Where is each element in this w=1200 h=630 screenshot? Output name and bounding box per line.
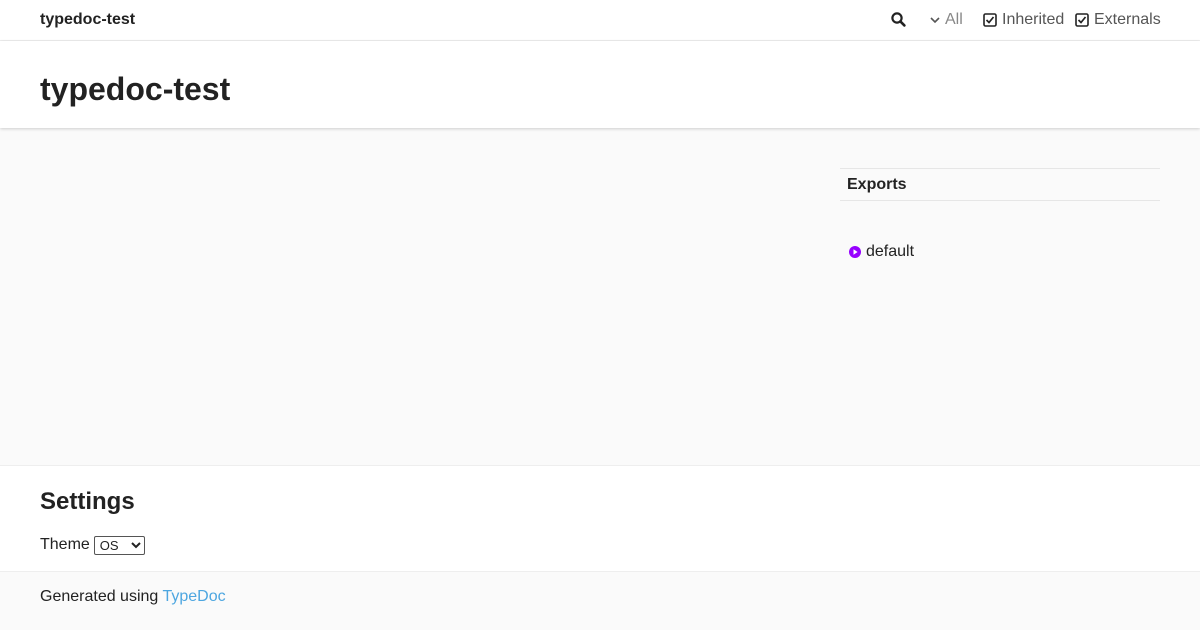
filter-inherited-toggle[interactable]: Inherited [983,10,1064,30]
toolbar: typedoc-test All Inherited Externals [0,0,1200,41]
function-icon [849,246,861,258]
filter-visibility-label: All [945,11,963,28]
index-item-label: default [866,243,915,260]
settings-title: Settings [40,488,135,515]
checkbox-checked-icon[interactable] [983,13,997,27]
site-name-link[interactable]: typedoc-test [40,10,135,30]
search-button[interactable] [888,9,910,31]
search-icon [891,12,906,27]
theme-select[interactable]: OS [93,535,145,555]
footer: Generated using TypeDoc [40,587,226,607]
theme-setting: Theme OS [40,535,145,555]
footer-text: Generated using [40,588,159,605]
filter-visibility-dropdown[interactable]: All [929,10,963,30]
theme-label: Theme [40,536,90,553]
page-header: typedoc-test [0,41,1200,128]
typedoc-link[interactable]: TypeDoc [162,588,225,605]
filter-inherited-label: Inherited [1002,11,1065,28]
settings-section: Settings Theme OS [0,465,1200,572]
checkbox-checked-icon[interactable] [1075,13,1089,27]
filter-externals-toggle[interactable]: Externals [1075,10,1161,30]
filter-externals-label: Externals [1094,11,1161,28]
chevron-down-icon [930,17,940,24]
index-item-default[interactable]: default [849,242,914,262]
index-heading: Exports [840,168,1160,201]
index-panel: Exports default [840,168,1160,260]
page-title: typedoc-test [40,71,231,107]
